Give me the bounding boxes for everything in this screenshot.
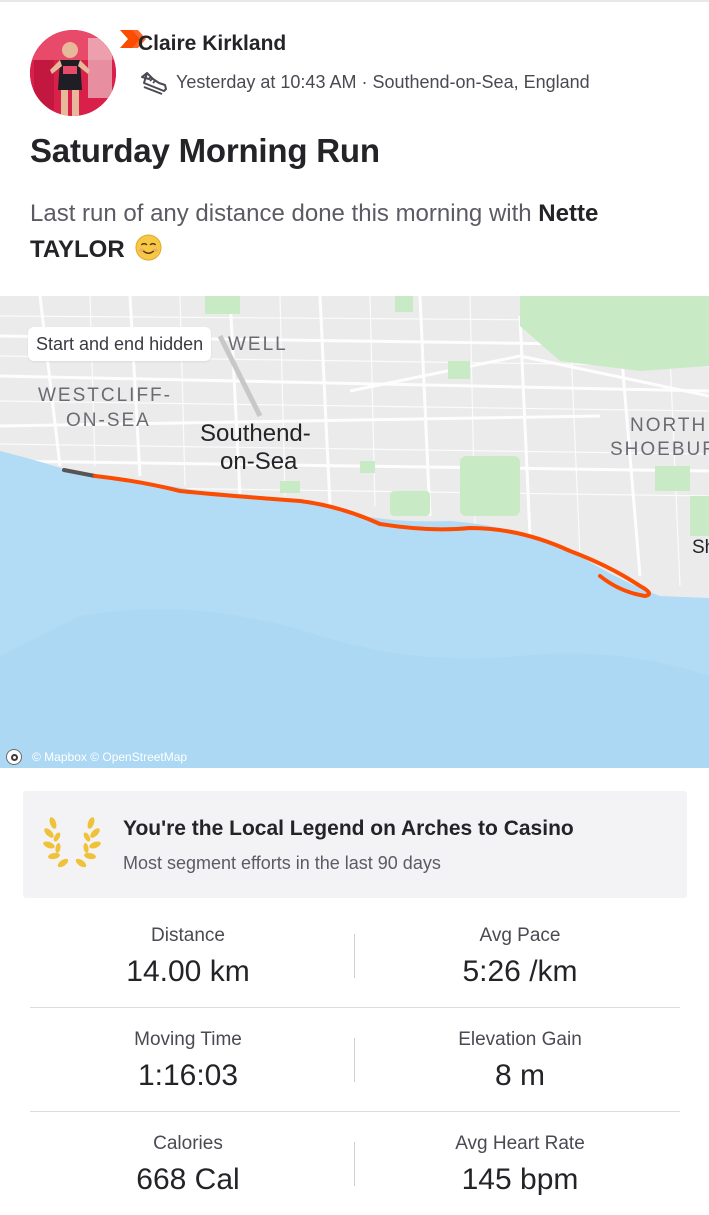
stats-row: Moving Time 1:16:03 Elevation Gain 8 m <box>30 1008 680 1112</box>
privacy-label: Start and end hidden <box>28 327 212 361</box>
stat-moving-time: Moving Time 1:16:03 <box>28 1008 348 1093</box>
stat-value: 668 Cal <box>136 1163 240 1196</box>
avatar[interactable] <box>30 30 116 116</box>
stat-avg-heart-rate: Avg Heart Rate 145 bpm <box>360 1112 680 1197</box>
stats-row: Distance 14.00 km Avg Pace 5:26 /km <box>30 904 680 1008</box>
stat-value: 1:16:03 <box>137 1059 239 1092</box>
stat-label: Avg Pace <box>479 925 561 946</box>
stat-label: Calories <box>153 1133 223 1154</box>
stat-divider <box>354 934 355 978</box>
stat-label: Distance <box>151 925 225 946</box>
stat-value: 145 bpm <box>461 1163 579 1196</box>
legend-title: You're the Local Legend on Arches to Cas… <box>123 817 574 840</box>
legend-subtitle: Most segment efforts in the last 90 days <box>123 853 441 873</box>
activity-title[interactable]: Saturday Morning Run <box>30 132 380 170</box>
stat-divider <box>354 1142 355 1186</box>
stat-value: 5:26 /km <box>462 955 578 988</box>
place-label-westcliff-2: ON-SEA <box>66 410 151 431</box>
place-label-westcliff-1: WESTCLIFF- <box>38 385 172 406</box>
stat-value: 8 m <box>494 1059 545 1092</box>
place-label-north-2: SHOEBUR <box>610 439 709 460</box>
stat-divider <box>354 1038 355 1082</box>
mapbox-logo-icon <box>6 749 22 765</box>
stat-avg-pace: Avg Pace 5:26 /km <box>360 904 680 989</box>
run-shoe-icon <box>141 72 167 95</box>
description-text: Last run of any distance done this morni… <box>30 200 539 227</box>
activity-meta: Yesterday at 10:43 AM · Southend-on-Sea,… <box>138 68 590 96</box>
stat-distance: Distance 14.00 km <box>28 904 348 989</box>
stat-label: Moving Time <box>134 1029 242 1050</box>
attribution-text[interactable]: © Mapbox © OpenStreetMap <box>32 750 187 764</box>
stat-value: 14.00 km <box>126 955 250 988</box>
laurel-icon <box>43 817 101 868</box>
top-divider <box>0 0 709 2</box>
map-attribution[interactable]: © Mapbox © OpenStreetMap <box>6 748 187 766</box>
stat-elevation-gain: Elevation Gain 8 m <box>360 1008 680 1093</box>
meta-separator: · <box>361 71 368 92</box>
route-map[interactable]: WESTCLIFF- ON-SEA Southend- on-Sea NORTH… <box>0 296 709 768</box>
stat-label: Elevation Gain <box>458 1029 582 1050</box>
place-label-southend-1: Southend- <box>200 420 311 447</box>
stat-calories: Calories 668 Cal <box>28 1112 348 1197</box>
activity-description: Last run of any distance done this morni… <box>30 196 690 268</box>
stats-grid: Distance 14.00 km Avg Pace 5:26 /km Movi… <box>30 904 680 1215</box>
local-legend-card[interactable]: You're the Local Legend on Arches to Cas… <box>23 791 687 898</box>
activity-location: Southend-on-Sea, England <box>372 71 590 92</box>
place-label-southend-2: on-Sea <box>220 448 298 475</box>
activity-header: Claire Kirkland Yesterday at 10:43 AM · … <box>30 30 690 120</box>
activity-timestamp: Yesterday at 10:43 AM <box>176 71 357 92</box>
smiling-face-emoji-icon <box>135 234 162 261</box>
athlete-name[interactable]: Claire Kirkland <box>138 32 286 56</box>
place-label-well: WELL <box>228 334 288 355</box>
place-label-sh: Sh <box>692 537 709 558</box>
place-label-north-1: NORTH <box>630 415 707 436</box>
stat-label: Avg Heart Rate <box>455 1133 585 1154</box>
